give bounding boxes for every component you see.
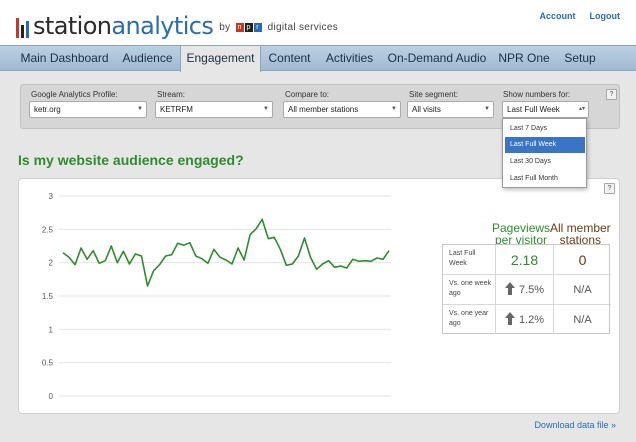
chart-help-icon[interactable]: ? (604, 183, 615, 194)
chevron-down-icon: ▼ (484, 106, 490, 112)
numbers-label: Show numbers for: (503, 90, 571, 99)
numbers-select[interactable]: Last Full Week ▴▾ (502, 101, 589, 118)
table-row: Last Full Week 2.18 0 (443, 245, 611, 275)
members-cell: 0 (553, 245, 611, 274)
chevron-down-icon: ▼ (137, 106, 143, 112)
top-links: Account Logout (540, 11, 621, 21)
top-bar: stationanalytics by npr digital services… (0, 0, 636, 45)
compare-label: Compare to: (285, 90, 330, 99)
y-tick-label: 0 (49, 392, 54, 401)
dropdown-option[interactable]: Last 7 Days (505, 121, 585, 137)
members-change: N/A (573, 313, 592, 326)
tab-npr-one[interactable]: NPR One (493, 46, 555, 71)
tab-main-dashboard[interactable]: Main Dashboard (14, 46, 115, 71)
profile-value: ketr.org (34, 105, 61, 114)
tab-activities[interactable]: Activities (318, 46, 381, 71)
dropdown-option[interactable]: Last Full Month (505, 171, 585, 187)
dropdown-option[interactable]: Last 30 Days (505, 154, 585, 170)
dropdown-option-selected[interactable]: Last Full Week (505, 137, 585, 153)
members-cell: N/A (553, 305, 611, 334)
filter-help-icon[interactable]: ? (606, 89, 617, 100)
pageviews-change: 1.2% (518, 313, 545, 326)
y-tick-label: 3 (49, 192, 54, 201)
arrow-up-icon (504, 281, 515, 298)
logo-bars-icon (16, 16, 29, 38)
chevron-down-icon: ▼ (391, 106, 397, 112)
chevron-down-icon: ▼ (263, 106, 269, 112)
logout-link[interactable]: Logout (590, 11, 621, 21)
profile-label: Google Analytics Profile: (31, 90, 118, 99)
tab-on-demand-audio[interactable]: On-Demand Audio (381, 46, 493, 71)
stream-select[interactable]: KETRFM ▼ (155, 101, 273, 118)
tab-setup[interactable]: Setup (555, 46, 605, 71)
arrow-up-icon (504, 311, 515, 328)
compare-value: All member stations (288, 105, 359, 114)
pageviews-cell: 1.2% (495, 305, 553, 334)
row-label: Vs. one year ago (449, 310, 489, 327)
table-row: Vs. one week ago 7.5% N/A (443, 275, 611, 305)
y-tick-label: 2.5 (42, 225, 54, 234)
numbers-dropdown: Last 7 Days Last Full Week Last 30 Days … (502, 118, 587, 188)
stream-value: KETRFM (160, 105, 193, 114)
pageviews-cell: 7.5% (495, 275, 553, 304)
logo-byline: by npr digital services (219, 22, 339, 33)
members-change: N/A (573, 283, 592, 296)
table-row: Vs. one year ago 1.2% N/A (443, 305, 611, 335)
pageviews-cell: 2.18 (495, 245, 553, 274)
chevron-up-down-icon: ▴▾ (578, 106, 585, 112)
account-link[interactable]: Account (540, 11, 576, 21)
segment-value: All visits (412, 105, 441, 114)
y-tick-label: 1.5 (42, 292, 54, 301)
pageviews-value: 2.18 (510, 251, 539, 268)
stats-table: Last Full Week 2.18 0 Vs. one week ago 7… (442, 244, 611, 335)
y-tick-label: 1 (49, 325, 54, 334)
npr-logo-icon: npr (235, 22, 263, 32)
stream-label: Stream: (157, 90, 186, 99)
members-cell: N/A (553, 275, 611, 304)
tab-engagement[interactable]: Engagement (180, 46, 261, 72)
main-nav: Main Dashboard Audience Engagement Conte… (0, 45, 636, 72)
pageviews-change: 7.5% (518, 283, 545, 296)
numbers-value: Last Full Week (507, 105, 560, 114)
compare-select[interactable]: All member stations ▼ (283, 101, 401, 118)
row-label: Vs. one week ago (449, 280, 492, 297)
pageviews-header: Pageviews per visitor (492, 222, 550, 246)
row-label: Last Full Week (449, 250, 476, 267)
section-title: Is my website audience engaged? (18, 152, 244, 168)
members-value: 0 (578, 251, 587, 268)
members-header: All member stations (550, 222, 611, 246)
tab-audience[interactable]: Audience (115, 46, 180, 71)
segment-select[interactable]: All visits ▼ (407, 101, 494, 118)
y-tick-label: 2 (49, 259, 54, 268)
profile-select[interactable]: ketr.org ▼ (29, 101, 147, 118)
segment-label: Site segment: (409, 90, 458, 99)
y-tick-label: 0.5 (42, 359, 54, 368)
logo-text: stationanalytics (33, 12, 214, 40)
tab-content[interactable]: Content (261, 46, 318, 71)
download-data-link[interactable]: Download data file » (534, 420, 616, 430)
logo[interactable]: stationanalytics by npr digital services (16, 8, 338, 38)
